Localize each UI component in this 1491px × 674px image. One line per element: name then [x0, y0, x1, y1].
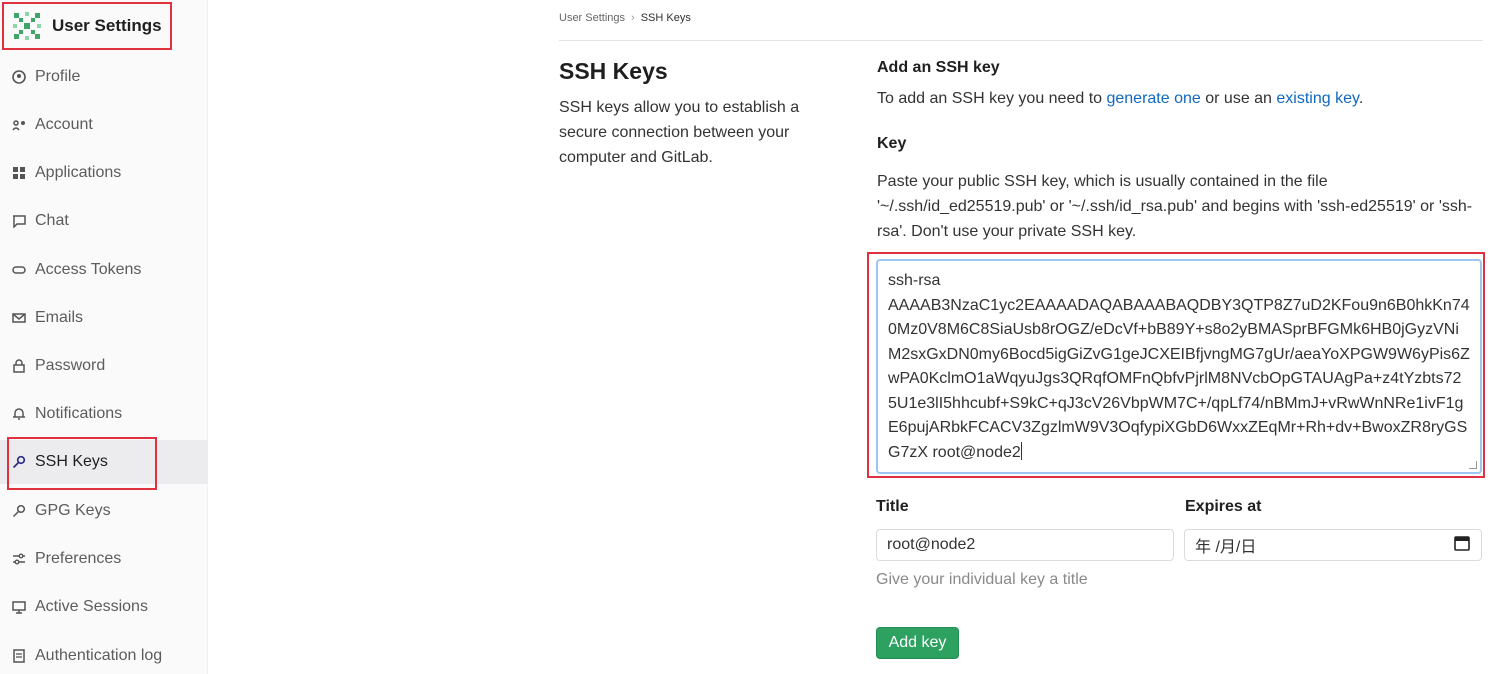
title-hint: Give your individual key a title: [876, 571, 1088, 588]
header-divider: [559, 40, 1483, 41]
intro-text: To add an SSH key you need to: [877, 90, 1107, 107]
lock-icon: [11, 358, 27, 374]
account-icon: [11, 117, 27, 133]
bell-icon: [11, 406, 27, 422]
sidebar-item-label: Password: [35, 357, 106, 374]
add-key-button[interactable]: Add key: [876, 627, 959, 659]
sidebar-item-label: Chat: [35, 212, 69, 229]
sidebar-item-label: Account: [35, 116, 93, 133]
breadcrumb: User Settings › SSH Keys: [559, 12, 691, 24]
text-caret: [1020, 441, 1022, 460]
breadcrumb-separator-icon: ›: [631, 12, 635, 24]
expires-label: Expires at: [1185, 498, 1262, 515]
sidebar-item-label: GPG Keys: [35, 502, 111, 519]
sidebar: User Settings Profile Account Applicatio…: [0, 0, 208, 674]
add-key-heading: Add an SSH key: [877, 59, 1000, 76]
sidebar-item-active-sessions[interactable]: Active Sessions: [0, 585, 208, 629]
token-icon: [11, 262, 27, 278]
sidebar-item-password[interactable]: Password: [0, 344, 208, 388]
sidebar-item-label: Applications: [35, 164, 122, 181]
sidebar-item-label: Access Tokens: [35, 261, 142, 278]
sidebar-item-label: Profile: [35, 68, 81, 85]
key-textarea[interactable]: ssh-rsa AAAAB3NzaC1yc2EAAAADAQABAAABAQDBY…: [876, 259, 1482, 474]
sidebar-item-label: Emails: [35, 309, 84, 326]
sidebar-item-applications[interactable]: Applications: [0, 151, 208, 195]
sidebar-item-label: Notifications: [35, 405, 123, 422]
intro-text: or use an: [1200, 90, 1277, 107]
key-icon: [11, 503, 27, 519]
sidebar-item-label: Active Sessions: [35, 598, 148, 615]
add-key-intro: To add an SSH key you need to generate o…: [877, 90, 1363, 108]
key-value-prefix: ssh-rsa: [888, 272, 941, 289]
sidebar-item-profile[interactable]: Profile: [0, 55, 208, 99]
preferences-icon: [11, 551, 27, 567]
sidebar-item-preferences[interactable]: Preferences: [0, 537, 208, 581]
breadcrumb-current[interactable]: SSH Keys: [641, 12, 691, 24]
applications-icon: [11, 165, 27, 181]
sidebar-item-gpg-keys[interactable]: GPG Keys: [0, 489, 208, 533]
sidebar-item-access-tokens[interactable]: Access Tokens: [0, 248, 208, 292]
section-intro: SSH Keys SSH keys allow you to establish…: [559, 58, 819, 170]
profile-icon: [11, 69, 27, 85]
key-help-text: Paste your public SSH key, which is usua…: [877, 173, 1473, 240]
sidebar-item-account[interactable]: Account: [0, 103, 208, 147]
generate-one-link[interactable]: generate one: [1106, 90, 1200, 107]
sidebar-item-emails[interactable]: Emails: [0, 296, 208, 340]
sidebar-item-notifications[interactable]: Notifications: [0, 392, 208, 436]
key-label: Key: [877, 135, 907, 152]
expires-input-value: 年 /月/日: [1195, 539, 1257, 556]
sidebar-title: User Settings: [52, 16, 162, 35]
chat-icon: [11, 213, 27, 229]
section-description: SSH keys allow you to establish a secure…: [559, 99, 800, 166]
title-input-value: root@node2: [887, 536, 976, 553]
sidebar-item-label: Preferences: [35, 550, 122, 567]
existing-key-link[interactable]: existing key: [1276, 90, 1358, 107]
log-icon: [11, 648, 27, 664]
sidebar-item-authentication-log[interactable]: Authentication log: [0, 634, 208, 674]
title-label: Title: [876, 498, 909, 515]
page-title: SSH Keys: [559, 58, 668, 84]
expires-date-input[interactable]: 年 /月/日: [1184, 529, 1482, 561]
resize-handle-icon[interactable]: [1469, 461, 1477, 469]
user-settings-logo-icon: [13, 12, 41, 40]
intro-text: .: [1358, 90, 1364, 107]
key-value-body: AAAAB3NzaC1yc2EAAAADAQABAAABAQDBY3QTP8Z7…: [888, 296, 1470, 461]
calendar-icon[interactable]: [1453, 534, 1471, 557]
ssh-keys-highlight: [7, 437, 157, 490]
monitor-icon: [11, 599, 27, 615]
sidebar-item-chat[interactable]: Chat: [0, 199, 208, 243]
breadcrumb-parent[interactable]: User Settings: [559, 12, 625, 24]
mail-icon: [11, 310, 27, 326]
title-input[interactable]: root@node2: [876, 529, 1174, 561]
sidebar-item-label: Authentication log: [35, 647, 163, 664]
sidebar-header[interactable]: User Settings: [2, 2, 172, 50]
